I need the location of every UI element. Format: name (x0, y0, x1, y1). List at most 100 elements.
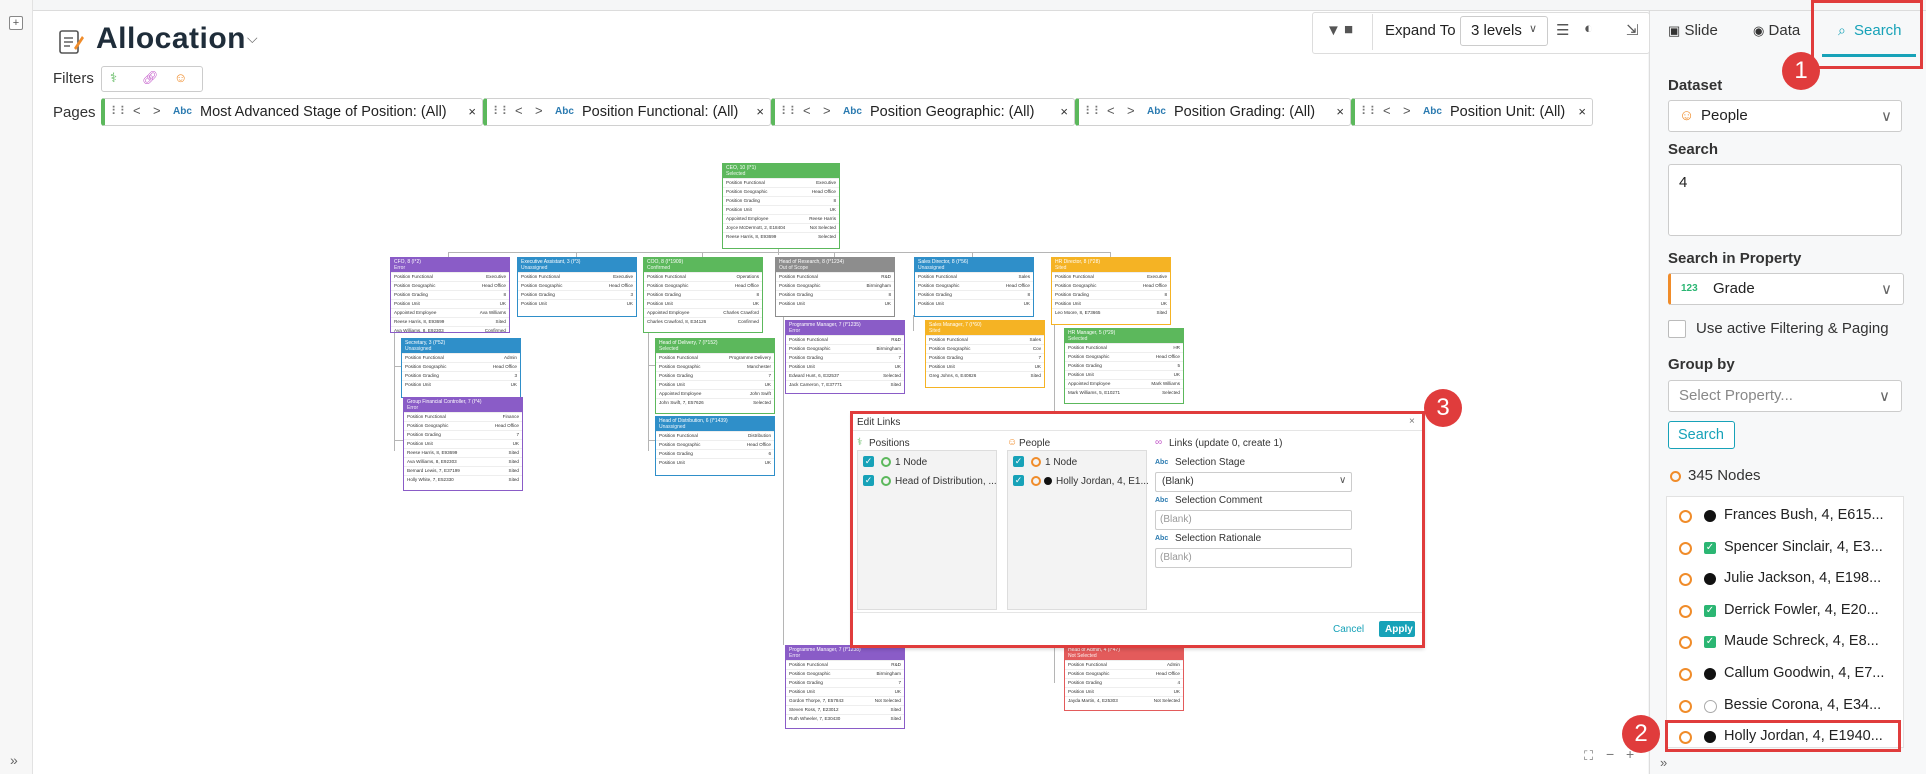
org-card[interactable]: Executive Assistant, 3 (I*3) Unassigned Po… (517, 257, 637, 317)
org-card-value: UK (829, 207, 836, 212)
org-card-value: Distribution (748, 433, 771, 438)
add-icon[interactable]: + (9, 16, 23, 30)
group-by-select[interactable]: Select Property... ∨ (1668, 380, 1902, 412)
org-card-row: Ruth Wheeler, 7, E30430 Sited (786, 714, 904, 723)
org-card-value: Not Selected (809, 225, 836, 230)
org-card[interactable]: HR Director, 8 (I*28) Sited Position Funct… (1051, 257, 1171, 325)
drag-handle-icon[interactable]: ⠇⠇ (111, 104, 129, 118)
tab-data[interactable]: ◉ Data (1753, 22, 1800, 39)
chevron-left-icon[interactable]: < (133, 103, 141, 118)
levels-select[interactable]: 3 levels ∨ (1460, 16, 1548, 46)
chevron-left-icon[interactable]: < (515, 103, 523, 118)
org-card[interactable]: Head of Delivery, 7 (I*152) Selected Posit… (655, 338, 775, 414)
person-icon[interactable]: ☺ (174, 70, 187, 85)
org-card-field: Position Grading (1068, 680, 1102, 685)
tab-slide[interactable]: ▣ Slide (1668, 22, 1718, 39)
filters-bar[interactable]: ⚕ 🔗︎ ☺ (101, 66, 203, 92)
remove-icon[interactable]: × (468, 104, 476, 119)
remove-icon[interactable]: × (1060, 104, 1068, 119)
org-card-row: Position Functional Executive (391, 272, 509, 281)
text-type-icon: Abc (555, 106, 574, 117)
result-item[interactable]: Bessie Corona, 4, E34... (1668, 690, 1896, 720)
org-card-field: Position Unit (521, 301, 547, 306)
result-item[interactable]: Julie Jackson, 4, E198... (1668, 563, 1896, 593)
org-card[interactable]: Programme Manager, 7 (I*1238) Error Positi… (785, 645, 905, 729)
result-item[interactable]: ✓ Maude Schreck, 4, E8... (1668, 626, 1896, 656)
chevron-left-icon[interactable]: < (1107, 103, 1115, 118)
page-chip[interactable]: ⠇⠇ < > Abc Position Unit: (All) × (1351, 98, 1593, 126)
result-item[interactable]: Frances Bush, 4, E615... (1668, 500, 1896, 530)
org-card-row: Position Geographic Head Office (391, 281, 509, 290)
org-card-row: Position Functional R&D (786, 660, 904, 669)
slide-icon: ▣ (1668, 23, 1681, 38)
expand-left-icon[interactable]: » (10, 752, 18, 768)
org-card-field: Position Functional (1055, 274, 1094, 279)
org-card-field: Position Functional (789, 662, 828, 667)
result-item[interactable]: Callum Goodwin, 4, E7... (1668, 658, 1896, 688)
link-icon[interactable]: 🔗︎ (142, 70, 159, 86)
remove-icon[interactable]: × (756, 104, 764, 119)
org-card-row: Steven Ross, 7, E23012 Sited (786, 705, 904, 714)
zoom-in-icon[interactable]: + (1626, 746, 1634, 762)
fit-screen-icon[interactable]: ⛶ (1584, 748, 1593, 764)
remove-icon[interactable]: × (1336, 104, 1344, 119)
org-card[interactable]: Group Financial Controller, 7 (I*4) Error… (403, 397, 523, 491)
drag-handle-icon[interactable]: ⠇⠇ (1085, 104, 1103, 118)
org-card-value: Sited (1156, 310, 1167, 315)
drag-handle-icon[interactable]: ⠇⠇ (493, 104, 511, 118)
search-input[interactable]: 4 (1668, 164, 1902, 236)
chevron-right-icon[interactable]: > (153, 103, 161, 118)
org-card[interactable]: Secretary, 3 (I*52) Unassigned Position Fu… (401, 338, 521, 398)
result-item[interactable]: ✓ Derrick Fowler, 4, E20... (1668, 595, 1896, 625)
org-card[interactable]: COO, 8 (I*1909) Confirmed Position Functio… (643, 257, 763, 333)
palette-icon[interactable]: ◐ (1584, 20, 1593, 37)
org-card-row: Position Unit UK (644, 299, 762, 308)
position-icon[interactable]: ⚕ (110, 70, 117, 86)
org-card-value: Cov (1032, 346, 1041, 351)
page-chip[interactable]: ⠇⠇ < > Abc Position Grading: (All) × (1075, 98, 1351, 126)
org-card-field: Position Grading (521, 292, 555, 297)
org-card-row: Edward Hunt, 6, E32537 Selected (786, 371, 904, 380)
search-button[interactable]: Search (1668, 421, 1735, 449)
org-card[interactable]: Sales Director, 8 (I*56) Unassigned Positi… (914, 257, 1034, 317)
active-filter-checkbox[interactable] (1668, 320, 1686, 338)
title-dropdown-icon[interactable]: ⌵ (247, 30, 258, 47)
org-card-value: 5 (1177, 363, 1180, 368)
org-card[interactable]: HR Manager, 5 (I*29) Selected Position Fun… (1064, 328, 1184, 404)
org-card-field: Position Functional (789, 337, 828, 342)
list-icon[interactable]: ☰ (1556, 21, 1569, 39)
export-icon[interactable]: ⇲ (1626, 21, 1639, 39)
org-card[interactable]: Head of Admin, 4 (I*47) Not Selected Posit… (1064, 645, 1184, 711)
chevron-right-icon[interactable]: > (1403, 103, 1411, 118)
org-card-row: Position Unit UK (1052, 299, 1170, 308)
org-card[interactable]: Sales Manager, 7 (I*60) Sited Position Fun… (925, 320, 1045, 388)
dataset-select[interactable]: ☺ People ∨ (1668, 100, 1902, 132)
drag-handle-icon[interactable]: ⠇⠇ (1361, 104, 1379, 118)
chevron-left-icon[interactable]: < (803, 103, 811, 118)
comment-icon[interactable]: ■ (1344, 21, 1353, 38)
org-card-field: Position Unit (779, 301, 805, 306)
page-chip[interactable]: ⠇⠇ < > Abc Most Advanced Stage of Position: … (101, 98, 483, 126)
org-card[interactable]: Programme Manager, 7 (I*1235) Error Positi… (785, 320, 905, 394)
zoom-out-icon[interactable]: − (1606, 746, 1614, 762)
org-card-status: Selected (726, 171, 746, 177)
drag-handle-icon[interactable]: ⠇⠇ (781, 104, 799, 118)
page-chip[interactable]: ⠇⠇ < > Abc Position Geographic: (All) × (771, 98, 1075, 126)
chevron-right-icon[interactable]: > (1127, 103, 1135, 118)
property-select[interactable]: 123 Grade ∨ (1668, 273, 1904, 305)
org-card-field: Position Functional (647, 274, 686, 279)
filter-icon[interactable]: ▼︎ (1326, 22, 1341, 39)
chevron-right-icon[interactable]: > (823, 103, 831, 118)
org-card[interactable]: CFO, 8 (I*2) Error Position Functional Exec… (390, 257, 510, 333)
collapse-right-icon[interactable]: » (1660, 755, 1667, 770)
page-chip[interactable]: ⠇⠇ < > Abc Position Functional: (All) × (483, 98, 771, 126)
remove-icon[interactable]: × (1578, 104, 1586, 119)
chevron-left-icon[interactable]: < (1383, 103, 1391, 118)
chevron-down-icon: ∨ (1879, 388, 1890, 405)
org-card-row: Position Unit UK (518, 299, 636, 308)
chevron-right-icon[interactable]: > (535, 103, 543, 118)
org-card[interactable]: Head of Research, 8 (I*1234) Out of Scope… (775, 257, 895, 317)
org-card[interactable]: CEO, 10 (I*1) Selected Position Functional… (722, 163, 840, 249)
result-item[interactable]: ✓ Spencer Sinclair, 4, E3... (1668, 532, 1896, 562)
org-card[interactable]: Head of Distribution, 6 (I*1439) Unassign… (655, 416, 775, 476)
